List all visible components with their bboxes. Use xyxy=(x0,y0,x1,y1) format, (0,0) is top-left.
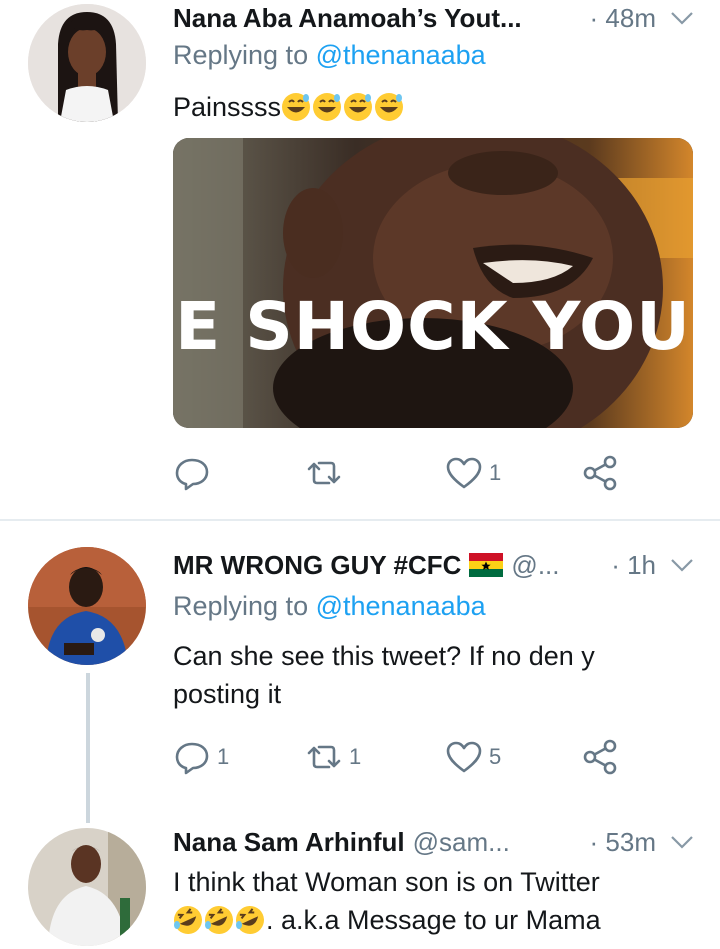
avatar-photo xyxy=(28,547,146,665)
display-name[interactable]: MR WRONG GUY #CFC xyxy=(173,550,461,581)
tweet-text-content: Painssss xyxy=(173,92,282,122)
tweet-header: Nana Sam Arhinful @sam... · 53m xyxy=(173,824,696,860)
avatar[interactable] xyxy=(28,4,146,122)
tweet-text: I think that Woman son is on Twitter . a… xyxy=(173,863,690,939)
tweet-media-video[interactable]: E SHOCK YOU xyxy=(173,138,693,428)
tweet-actions: 1 xyxy=(173,453,643,493)
mention-link[interactable]: @thenanaaba xyxy=(316,591,486,621)
chevron-down-icon[interactable] xyxy=(668,551,696,579)
video-thumbnail xyxy=(173,138,693,428)
tweet-header: Nana Aba Anamoah’s Yout... · 48m xyxy=(173,0,696,36)
reply-icon xyxy=(175,742,209,775)
reply-count: 1 xyxy=(217,744,230,769)
handle[interactable]: @... xyxy=(511,550,559,581)
avatar-photo xyxy=(28,828,146,946)
tweet-header: MR WRONG GUY #CFC @... · 1h xyxy=(173,547,696,583)
handle[interactable]: @sam... xyxy=(413,827,510,858)
retweet-button[interactable]: 1 xyxy=(305,737,361,777)
retweet-icon xyxy=(307,745,341,769)
tweet-text-line: posting it xyxy=(173,679,282,709)
tweet-text-content: . a.k.a Message to ur Mama xyxy=(266,905,601,935)
heart-icon xyxy=(446,741,482,773)
replying-to-prefix: Replying to xyxy=(173,40,316,70)
display-name[interactable]: Nana Sam Arhinful xyxy=(173,827,405,858)
timestamp[interactable]: · 53m xyxy=(590,827,668,858)
like-count: 1 xyxy=(489,460,502,485)
reply-button[interactable]: 1 xyxy=(173,737,229,777)
chevron-down-icon[interactable] xyxy=(668,4,696,32)
share-button[interactable] xyxy=(581,453,619,493)
avatar[interactable] xyxy=(28,828,146,946)
tweet-text: Painssss xyxy=(173,88,690,126)
reply-icon xyxy=(175,458,209,491)
heart-icon xyxy=(446,457,482,489)
tweet-3[interactable]: Nana Sam Arhinful @sam... · 53m I think … xyxy=(0,822,720,949)
replying-to: Replying to @thenanaaba xyxy=(173,40,486,71)
tweet-text: Can she see this tweet? If no den y post… xyxy=(173,637,690,713)
display-name[interactable]: Nana Aba Anamoah’s Yout... xyxy=(173,3,522,34)
mention-link[interactable]: @thenanaaba xyxy=(316,40,486,70)
timestamp[interactable]: · 1h xyxy=(611,550,668,581)
like-count: 5 xyxy=(489,744,502,769)
ghana-flag-icon xyxy=(469,553,504,577)
retweet-button[interactable] xyxy=(305,453,349,493)
grinning-sweat-face-icon xyxy=(313,93,342,121)
share-button[interactable] xyxy=(581,737,619,777)
avatar[interactable] xyxy=(28,547,146,665)
share-icon xyxy=(583,739,617,775)
rolling-laughing-face-icon xyxy=(205,906,233,934)
like-button[interactable]: 5 xyxy=(445,737,501,777)
replying-to: Replying to @thenanaaba xyxy=(173,591,486,622)
tweet-text-line: I think that Woman son is on Twitter xyxy=(173,867,600,897)
grinning-sweat-face-icon xyxy=(375,93,404,121)
thread-line xyxy=(86,673,90,823)
reply-button[interactable] xyxy=(173,453,217,493)
tweet-text-line-2: . a.k.a Message to ur Mama xyxy=(173,901,690,939)
grinning-sweat-face-icon xyxy=(282,93,311,121)
retweet-count: 1 xyxy=(349,744,362,769)
timestamp[interactable]: · 48m xyxy=(590,3,668,34)
share-icon xyxy=(583,455,617,491)
retweet-icon xyxy=(307,461,341,485)
rolling-laughing-face-icon xyxy=(174,906,202,934)
tweet-2[interactable]: MR WRONG GUY #CFC @... · 1h Replying to … xyxy=(0,521,720,823)
rolling-laughing-face-icon xyxy=(236,906,264,934)
like-button[interactable]: 1 xyxy=(445,453,501,493)
tweet-text-line: Can she see this tweet? If no den y xyxy=(173,641,595,671)
replying-to-prefix: Replying to xyxy=(173,591,316,621)
tweet-1[interactable]: Nana Aba Anamoah’s Yout... · 48m Replyin… xyxy=(0,0,720,520)
video-caption-overlay: E SHOCK YOU xyxy=(175,288,691,365)
chevron-down-icon[interactable] xyxy=(668,828,696,856)
tweet-actions: 1 1 5 xyxy=(173,737,643,777)
avatar-photo xyxy=(28,4,146,122)
grinning-sweat-face-icon xyxy=(344,93,373,121)
